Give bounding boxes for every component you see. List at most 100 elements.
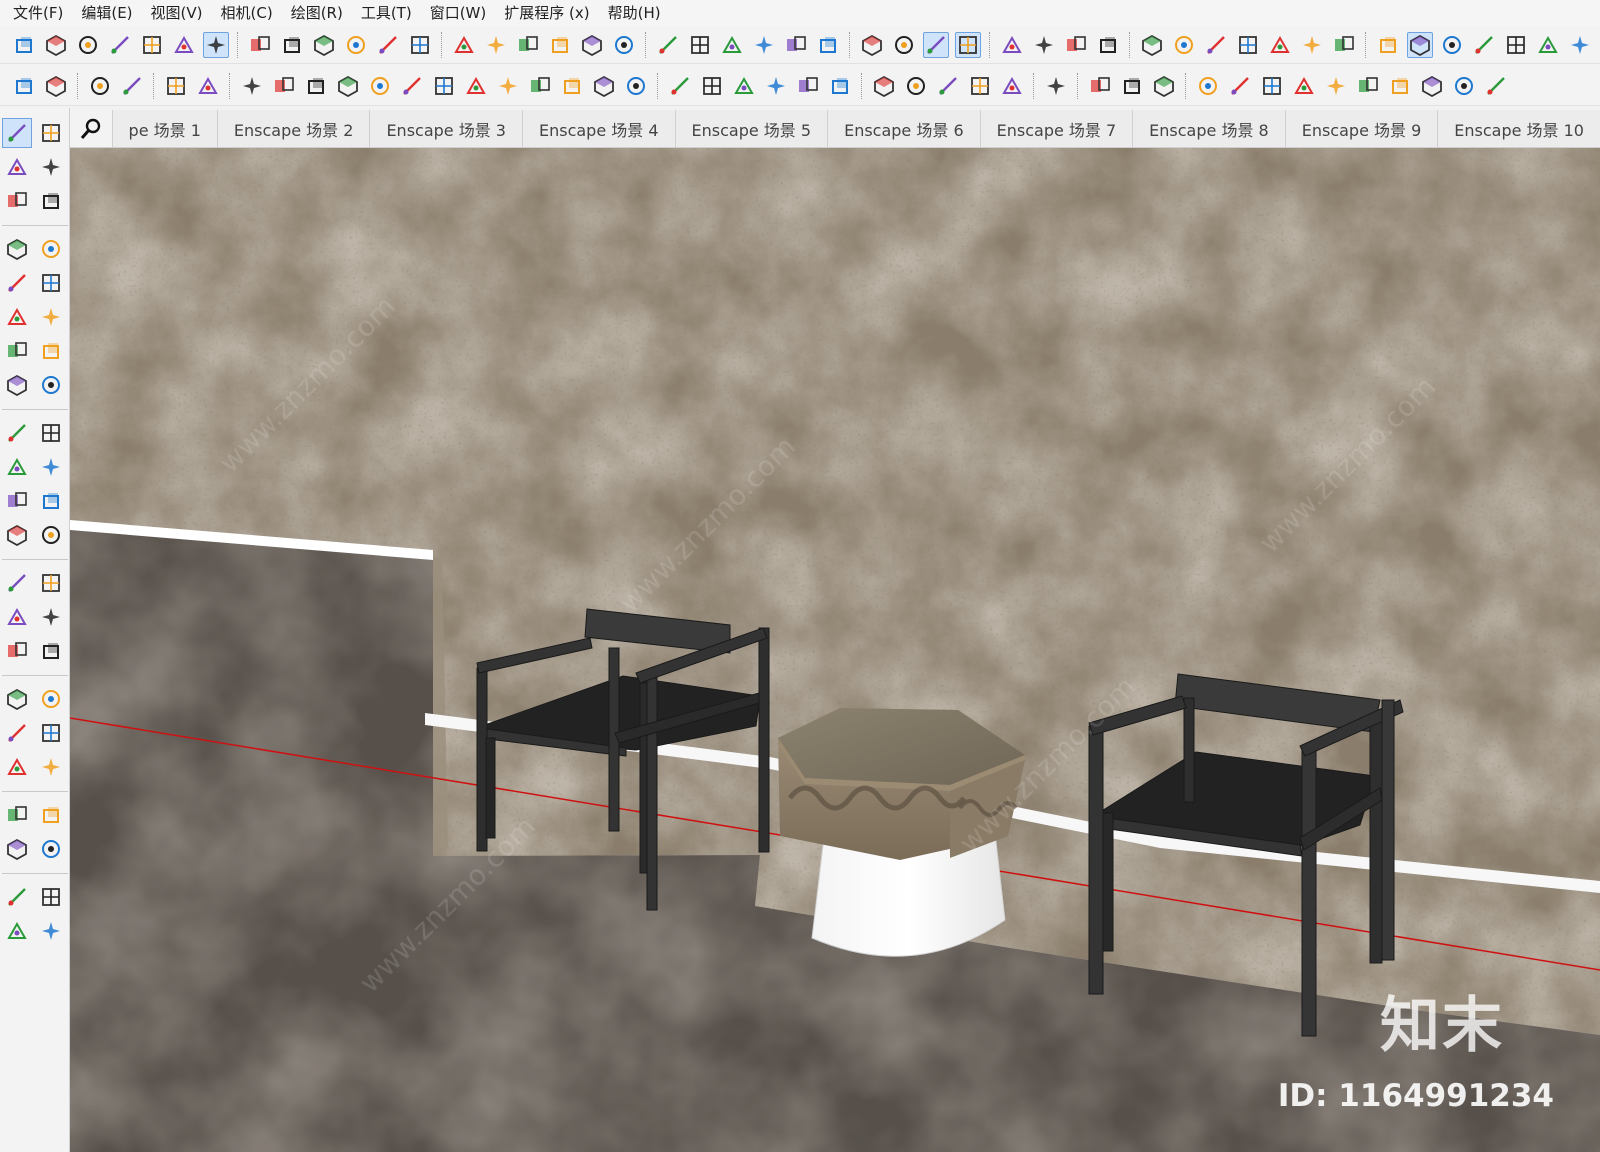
position-camera-tool[interactable] (2, 800, 32, 830)
no-button[interactable] (903, 73, 929, 99)
shield-button[interactable] (1503, 32, 1529, 58)
polyline-button[interactable] (399, 73, 425, 99)
globe-button[interactable] (891, 32, 917, 58)
arc-3-tool[interactable] (2, 370, 32, 400)
knife-button[interactable] (495, 73, 521, 99)
arc-tool[interactable] (2, 336, 32, 366)
grid-plus-button[interactable] (999, 73, 1025, 99)
sandbox-c-tool[interactable] (2, 916, 32, 946)
stack-layers-button[interactable] (591, 73, 617, 99)
wireframe-button[interactable] (279, 32, 305, 58)
rectangle-tool[interactable] (2, 268, 32, 298)
eraser-tool[interactable] (36, 152, 66, 182)
slab-button[interactable] (527, 73, 553, 99)
gear-check-button[interactable] (1375, 32, 1401, 58)
offset-tool[interactable] (36, 486, 66, 516)
menu-item[interactable]: 绘图(R) (282, 0, 352, 26)
protractor-tool[interactable] (2, 602, 32, 632)
box-button[interactable] (763, 73, 789, 99)
menu-item[interactable]: 帮助(H) (599, 0, 670, 26)
dropper-button[interactable] (967, 73, 993, 99)
sandbox-b-tool[interactable] (36, 882, 66, 912)
component-button[interactable] (451, 32, 477, 58)
push-button[interactable] (303, 73, 329, 99)
sound-tool[interactable] (36, 834, 66, 864)
wall-button[interactable] (655, 32, 681, 58)
follow-me-tool[interactable] (36, 452, 66, 482)
menu-item[interactable]: 视图(V) (142, 0, 212, 26)
menu-item[interactable]: 扩展程序 (x) (495, 0, 598, 26)
menu-item[interactable]: 文件(F) (4, 0, 72, 26)
scene-tab[interactable]: Enscape 场景 8 (1132, 110, 1285, 147)
scene-tab[interactable]: Enscape 场景 7 (979, 110, 1133, 147)
paste-prop-button[interactable] (119, 73, 145, 99)
pan-tool[interactable] (36, 684, 66, 714)
house-button[interactable] (515, 32, 541, 58)
look-around-tool[interactable] (2, 834, 32, 864)
stairs-green-button[interactable] (1087, 73, 1113, 99)
scene-tab[interactable]: Enscape 场景 3 (369, 110, 522, 147)
terrain-button[interactable] (1235, 32, 1261, 58)
scene-tab[interactable]: Enscape 场景 5 (674, 110, 828, 147)
section-fill-button[interactable] (955, 31, 981, 58)
shaded-button[interactable] (343, 32, 369, 58)
scale-tool[interactable] (2, 486, 32, 516)
top-view-button[interactable] (43, 32, 69, 58)
sandbox-d-tool[interactable] (36, 916, 66, 946)
copy-prop-button[interactable] (87, 73, 113, 99)
move-tool[interactable] (2, 418, 32, 448)
array-button[interactable] (1419, 73, 1445, 99)
right-view-button[interactable] (107, 32, 133, 58)
stack-button[interactable] (815, 32, 841, 58)
select-window-button[interactable] (163, 73, 189, 99)
arc-2-tool[interactable] (36, 336, 66, 366)
zoom-window-tool[interactable] (36, 718, 66, 748)
scene-a-button[interactable] (1031, 32, 1057, 58)
dimension-tool[interactable] (36, 568, 66, 598)
slash-button[interactable] (431, 73, 457, 99)
stamp-button[interactable] (1299, 32, 1325, 58)
scene-tab[interactable]: Enscape 场景 10 (1437, 110, 1600, 147)
camera-button[interactable] (999, 32, 1025, 58)
menu-item[interactable]: 窗口(W) (421, 0, 496, 26)
previous-view-tool[interactable] (36, 752, 66, 782)
grid-button[interactable] (1171, 32, 1197, 58)
textured-button[interactable] (375, 32, 401, 58)
paint-button[interactable] (1151, 73, 1177, 99)
layout-button[interactable] (1387, 73, 1413, 99)
door-button[interactable] (547, 32, 573, 58)
scene-tab[interactable]: pe 场景 1 (111, 110, 217, 147)
download-button[interactable] (731, 73, 757, 99)
panel-button[interactable] (827, 73, 853, 99)
text-tool[interactable] (36, 602, 66, 632)
front-view-button[interactable] (75, 32, 101, 58)
tape-measure-tool[interactable] (2, 568, 32, 598)
sandbox-a-tool[interactable] (2, 882, 32, 912)
left-view-button[interactable] (171, 32, 197, 58)
section-plane-tool[interactable] (2, 684, 32, 714)
checker-button[interactable] (1567, 32, 1593, 58)
book-button[interactable] (699, 73, 725, 99)
paste-button[interactable] (783, 32, 809, 58)
window-button[interactable] (579, 32, 605, 58)
bottom-view-button[interactable] (203, 31, 229, 58)
select-arrow-tool[interactable] (2, 118, 32, 148)
section-button[interactable] (923, 31, 949, 58)
component-tool[interactable] (2, 186, 32, 216)
drape-button[interactable] (1331, 32, 1357, 58)
scene-b-button[interactable] (1063, 32, 1089, 58)
swap-button[interactable] (1407, 31, 1433, 58)
open-folder-button[interactable] (11, 73, 37, 99)
filter-button[interactable] (1195, 73, 1221, 99)
align-button[interactable] (1323, 73, 1349, 99)
page-button[interactable] (1043, 73, 1069, 99)
3d-text-tool[interactable] (36, 636, 66, 666)
monochrome-button[interactable] (407, 32, 433, 58)
iso-view-button[interactable] (11, 32, 37, 58)
menu-item[interactable]: 相机(C) (212, 0, 282, 26)
model-viewport[interactable]: www.znzmo.com www.znzmo.com www.znzmo.co… (70, 148, 1600, 1152)
cube-red-button[interactable] (623, 73, 649, 99)
layer-button[interactable] (687, 32, 713, 58)
orbit-button[interactable] (859, 32, 885, 58)
rectangle-button[interactable] (271, 73, 297, 99)
